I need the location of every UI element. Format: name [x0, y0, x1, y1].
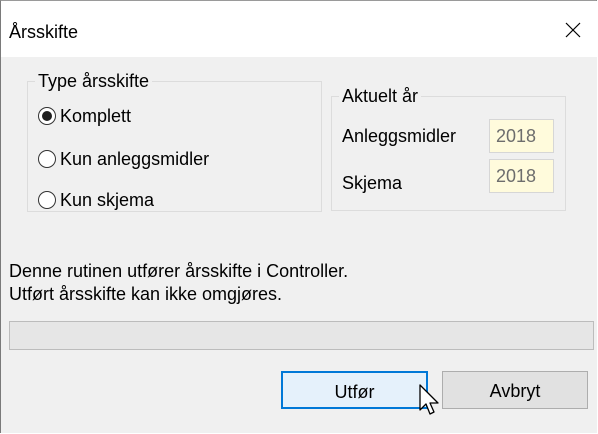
- title-bar[interactable]: Årsskifte: [1, 1, 597, 57]
- dialog-body: Type årsskifte Komplett Kun anleggsmidle…: [1, 57, 597, 433]
- radio-button[interactable]: [38, 191, 56, 209]
- description-line-1: Denne rutinen utfører årsskifte i Contro…: [9, 261, 349, 281]
- radio-kun-anleggsmidler[interactable]: Kun anleggsmidler: [38, 147, 209, 171]
- radio-label: Komplett: [60, 106, 132, 126]
- radio-kun-skjema[interactable]: Kun skjema: [38, 188, 154, 212]
- year-group-legend: Aktuelt år: [339, 86, 422, 106]
- progress-bar: [9, 321, 594, 350]
- radio-button[interactable]: [38, 150, 56, 168]
- radio-label: Kun anleggsmidler: [60, 149, 210, 169]
- radio-komplett[interactable]: Komplett: [38, 104, 131, 128]
- anleggsmidler-year-field: 2018: [489, 119, 554, 153]
- type-group-legend: Type årsskifte: [35, 71, 153, 91]
- window-title: Årsskifte: [9, 22, 79, 42]
- arsskifte-dialog: Årsskifte Type årsskifte Komplett Kun an…: [0, 0, 597, 433]
- skjema-label: Skjema: [342, 173, 403, 193]
- skjema-year-field: 2018: [489, 159, 554, 193]
- description-line-2: Utført årsskifte kan ikke omgjøres.: [9, 284, 283, 304]
- radio-label: Kun skjema: [60, 190, 155, 210]
- avbryt-button[interactable]: Avbryt: [442, 371, 588, 409]
- utfor-button[interactable]: Utfør: [281, 371, 428, 409]
- mouse-pointer-icon: [419, 384, 439, 415]
- close-icon: [565, 22, 581, 38]
- radio-button[interactable]: [38, 107, 56, 125]
- close-button[interactable]: [548, 1, 596, 57]
- anleggsmidler-label: Anleggsmidler: [342, 126, 457, 146]
